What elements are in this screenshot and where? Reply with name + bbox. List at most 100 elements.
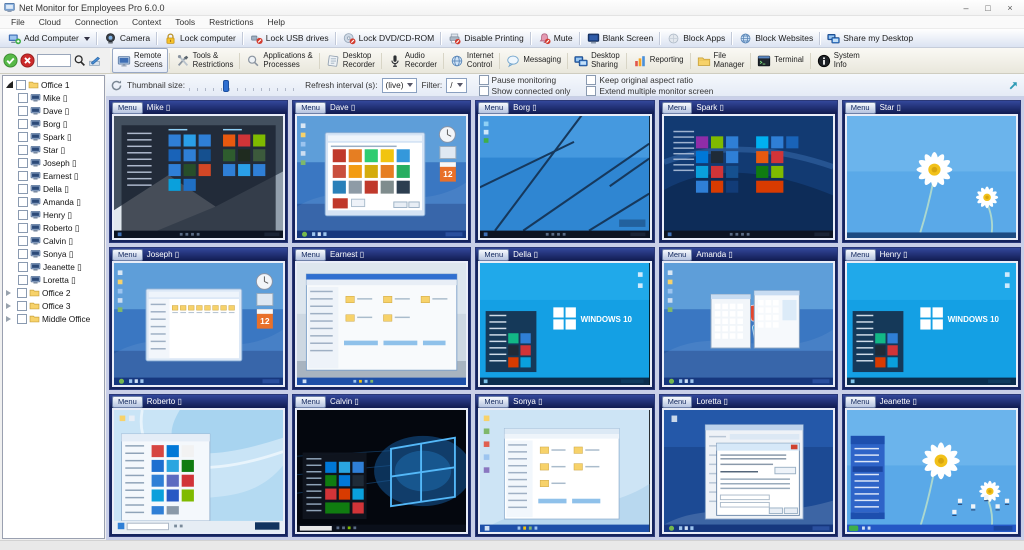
computer-checkbox[interactable] [18, 158, 28, 168]
tree-computer-sonya[interactable]: Sonya ▯ [3, 247, 104, 260]
log-icon[interactable] [88, 54, 101, 67]
tree-computer-della[interactable]: Della ▯ [3, 182, 104, 195]
remote-screen[interactable]: 12 [295, 114, 468, 240]
remote-screen[interactable] [662, 408, 835, 534]
tree-computer-jeanette[interactable]: Jeanette ▯ [3, 260, 104, 273]
tree-computer-star[interactable]: Star ▯ [3, 143, 104, 156]
collapse-icon[interactable] [6, 81, 13, 88]
refresh-interval-select[interactable]: (live) [382, 78, 418, 93]
thumbnail-menu-button[interactable]: Menu [662, 396, 693, 408]
connect-button[interactable] [3, 53, 18, 68]
thumbnail-menu-button[interactable]: Menu [112, 396, 143, 408]
remote-screen[interactable] [845, 408, 1018, 534]
remote-screen[interactable] [112, 408, 285, 534]
add-computer-button[interactable]: Add Computer [4, 30, 94, 46]
tree-computer-amanda[interactable]: Amanda ▯ [3, 195, 104, 208]
tab-applications-processes[interactable]: Applications & Processes [241, 48, 317, 73]
tab-desktop-sharing[interactable]: Desktop Sharing [569, 48, 625, 73]
tree-computer-spark[interactable]: Spark ▯ [3, 130, 104, 143]
computer-checkbox[interactable] [18, 210, 28, 220]
remote-screen[interactable]: 12 [112, 261, 285, 387]
thumbnail-menu-button[interactable]: Menu [662, 102, 693, 114]
menu-context[interactable]: Context [125, 17, 168, 27]
remote-screen[interactable]: WINDOWS 10 [845, 261, 1018, 387]
computer-checkbox[interactable] [18, 262, 28, 272]
checkbox-extend-multiple-monitor-screen[interactable]: Extend multiple monitor screen [586, 86, 713, 96]
computer-checkbox[interactable] [18, 145, 28, 155]
checkbox-box[interactable] [586, 86, 596, 96]
computer-checkbox[interactable] [18, 249, 28, 259]
share-my-desktop-button[interactable]: Share my Desktop [823, 30, 917, 46]
tree-computer-roberto[interactable]: Roberto ▯ [3, 221, 104, 234]
tree-computer-mike[interactable]: Mike ▯ [3, 91, 104, 104]
chevron-down-icon[interactable] [84, 37, 90, 44]
thumbnail-menu-button[interactable]: Menu [662, 249, 693, 261]
remote-screen[interactable] [295, 261, 468, 387]
tab-tools-restrictions[interactable]: Tools & Restrictions [171, 48, 239, 73]
filter-select[interactable]: / [446, 78, 466, 93]
slider-thumb[interactable] [223, 80, 229, 92]
tree-computer-calvin[interactable]: Calvin ▯ [3, 234, 104, 247]
remote-screen[interactable]: WINDOWS 10 [478, 261, 651, 387]
tree-group-middle-office[interactable]: Middle Office [3, 312, 104, 325]
search-input[interactable] [37, 54, 71, 67]
thumbnail-menu-button[interactable]: Menu [478, 396, 509, 408]
minimize-button[interactable]: – [956, 3, 976, 13]
computer-checkbox[interactable] [18, 171, 28, 181]
checkbox-box[interactable] [479, 86, 489, 96]
thumbnail-menu-button[interactable]: Menu [478, 102, 509, 114]
thumbnail-menu-button[interactable]: Menu [112, 102, 143, 114]
remote-screen[interactable] [112, 114, 285, 240]
blank-screen-button[interactable]: Blank Screen [583, 30, 658, 46]
computer-checkbox[interactable] [18, 106, 28, 116]
tab-file-manager[interactable]: File Manager [692, 48, 750, 73]
remote-screen[interactable] [662, 261, 835, 387]
search-icon[interactable] [73, 54, 86, 67]
tree-computer-borg[interactable]: Borg ▯ [3, 117, 104, 130]
thumbnail-menu-button[interactable]: Menu [845, 396, 876, 408]
checkbox-show-connected-only[interactable]: Show connected only [479, 86, 571, 96]
group-checkbox[interactable] [17, 301, 27, 311]
menu-cloud[interactable]: Cloud [32, 17, 68, 27]
computer-checkbox[interactable] [18, 93, 28, 103]
block-apps-button[interactable]: Block Apps [663, 30, 729, 46]
computer-checkbox[interactable] [18, 197, 28, 207]
lock-usb-drives-button[interactable]: Lock USB drives [246, 30, 333, 46]
expand-icon[interactable] [6, 290, 14, 296]
tree-computer-henry[interactable]: Henry ▯ [3, 208, 104, 221]
checkbox-box[interactable] [479, 75, 489, 85]
expand-icon[interactable] [6, 316, 14, 322]
computer-checkbox[interactable] [18, 223, 28, 233]
tree-computer-dave[interactable]: Dave ▯ [3, 104, 104, 117]
lock-computer-button[interactable]: Lock computer [160, 30, 240, 46]
thumbnail-menu-button[interactable]: Menu [478, 249, 509, 261]
tab-reporting[interactable]: Reporting [628, 48, 689, 73]
thumbnail-menu-button[interactable]: Menu [845, 249, 876, 261]
tab-terminal[interactable]: Terminal [752, 48, 808, 73]
checkbox-keep-original-aspect-ratio[interactable]: Keep original aspect ratio [586, 75, 713, 85]
computer-checkbox[interactable] [18, 119, 28, 129]
maximize-button[interactable]: □ [978, 3, 998, 13]
tab-remote-screens[interactable]: Remote Screens [112, 48, 168, 73]
thumbnail-menu-button[interactable]: Menu [295, 396, 326, 408]
refresh-icon[interactable] [110, 79, 123, 92]
tree-group-office-2[interactable]: Office 2 [3, 286, 104, 299]
close-button[interactable]: × [1000, 3, 1020, 13]
remote-screen[interactable] [478, 408, 651, 534]
group-checkbox[interactable] [16, 80, 26, 90]
tab-internet-control[interactable]: Internet Control [445, 48, 498, 73]
menu-help[interactable]: Help [260, 17, 291, 27]
tab-system-info[interactable]: System Info [812, 48, 865, 73]
computer-checkbox[interactable] [18, 236, 28, 246]
remote-screen[interactable] [662, 114, 835, 240]
tree-computer-earnest[interactable]: Earnest ▯ [3, 169, 104, 182]
group-checkbox[interactable] [17, 288, 27, 298]
thumbnail-menu-button[interactable]: Menu [295, 249, 326, 261]
tree-group-office-1[interactable]: Office 1 [3, 78, 104, 91]
mute-button[interactable]: Mute [534, 30, 577, 46]
tree-group-office-3[interactable]: Office 3 [3, 299, 104, 312]
tree-computer-loretta[interactable]: Loretta ▯ [3, 273, 104, 286]
camera-button[interactable]: Camera [100, 30, 154, 46]
thumbnail-menu-button[interactable]: Menu [295, 102, 326, 114]
lock-dvd-cd-rom-button[interactable]: Lock DVD/CD-ROM [339, 30, 439, 46]
